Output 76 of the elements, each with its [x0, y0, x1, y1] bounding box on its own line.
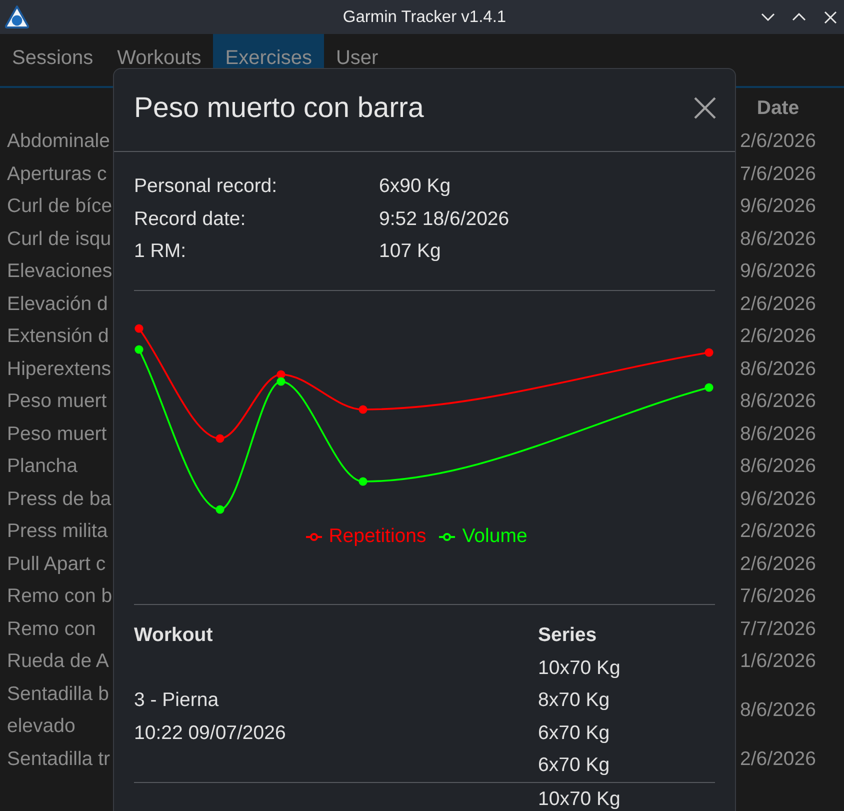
exercise-date: 8/6/2026 [740, 698, 816, 723]
chart-point [216, 434, 224, 442]
chart-point [358, 476, 368, 486]
chart-point [134, 324, 144, 332]
exercise-name: Remo con b [7, 584, 112, 609]
exercise-date: 8/6/2026 [740, 356, 816, 382]
column-header: Date [756, 96, 800, 121]
exercise-name: Rueda de A [7, 649, 109, 674]
exercise-date: 8/6/2026 [740, 422, 816, 446]
column-header: Workout [134, 625, 213, 646]
exercise-date: 9/6/2026 [740, 194, 816, 219]
exercise-name: Pull Apart c [7, 552, 106, 576]
chart-point [704, 382, 714, 392]
exercise-date: 9/6/2026 [740, 486, 816, 512]
series-entry: 6x70 Kg [538, 722, 610, 744]
close-icon [824, 10, 836, 24]
exercise-date: 8/6/2026 [740, 226, 816, 252]
exercise-name: Elevaciones [7, 259, 112, 284]
legend-label: Volume [462, 525, 528, 548]
chart-point [704, 348, 714, 356]
stat-label: Personal record: [134, 174, 278, 199]
series-entry: 10x70 Kg [538, 658, 620, 679]
exercise-date: 7/7/2026 [740, 616, 816, 642]
exercise-date: 2/6/2026 [740, 324, 816, 349]
exercise-name: Remo con [7, 616, 96, 642]
exercise-date: 2/6/2026 [740, 129, 816, 154]
exercise-name: Aperturas c [7, 162, 107, 186]
exercise-name: Press milita [7, 519, 108, 544]
exercise-name: Press de ba [7, 486, 112, 512]
exercise-name: Elevación d [7, 292, 108, 316]
exercise-name: Peso muert [7, 422, 107, 446]
exercise-name: Plancha [7, 454, 78, 479]
series-entry: 10x70 Kg [538, 788, 620, 810]
exercise-name: Peso muert [7, 389, 107, 414]
workout-name: 3 - Pierna [134, 690, 219, 712]
tab[interactable]: User [324, 34, 390, 86]
column-header: Series [538, 625, 597, 646]
tab[interactable]: Workouts [105, 34, 214, 86]
dialog-title: Peso muerto con barra [134, 92, 424, 124]
exercise-date: 8/6/2026 [740, 389, 816, 414]
series-entry: 8x70 Kg [538, 690, 610, 712]
exercise-date: 1/6/2026 [740, 649, 816, 674]
exercise-name: Extensión d [7, 324, 109, 349]
exercise-name: Abdominale [7, 129, 110, 154]
chart-point [276, 370, 286, 378]
series-entry: 6x70 Kg [538, 755, 610, 776]
chart-point [216, 504, 224, 514]
workout-date: 10:22 09/07/2026 [134, 722, 286, 744]
chart-point [134, 344, 144, 354]
exercise-name: Sentadilla tr [7, 746, 110, 772]
stat-label: 1 RM: [134, 239, 186, 264]
exercise-date: 2/6/2026 [740, 552, 816, 576]
exercise-name: Sentadilla b elevado [7, 682, 109, 739]
stat-value: 9:52 18/6/2026 [379, 206, 510, 232]
exercise-date: 9/6/2026 [740, 259, 816, 284]
tab[interactable]: Sessions [0, 34, 106, 86]
logo-icon [5, 5, 29, 29]
exercise-date: 7/6/2026 [740, 584, 816, 609]
exercise-name: Hiperextens [7, 356, 112, 382]
chart-point [358, 404, 368, 414]
exercise-name: Curl de isqu [7, 226, 112, 252]
close-icon [694, 97, 716, 119]
exercise-date: 7/6/2026 [740, 162, 816, 186]
exercise-name: Curl de bíce [7, 194, 112, 219]
chevron-up-icon [792, 13, 806, 21]
exercise-date: 2/6/2026 [740, 519, 816, 544]
window-title: Garmin Tracker v1.4.1 [342, 8, 506, 26]
stat-label: Record date: [134, 206, 246, 232]
exercise-date: 2/6/2026 [740, 292, 816, 316]
chevron-down-icon [761, 13, 775, 21]
stat-value: 6x90 Kg [379, 174, 451, 199]
chart-point [276, 376, 286, 386]
legend-label: Repetitions [328, 525, 426, 548]
exercise-date: 2/6/2026 [740, 746, 816, 772]
exercise-date: 8/6/2026 [740, 454, 816, 479]
stat-value: 107 Kg [379, 239, 441, 264]
